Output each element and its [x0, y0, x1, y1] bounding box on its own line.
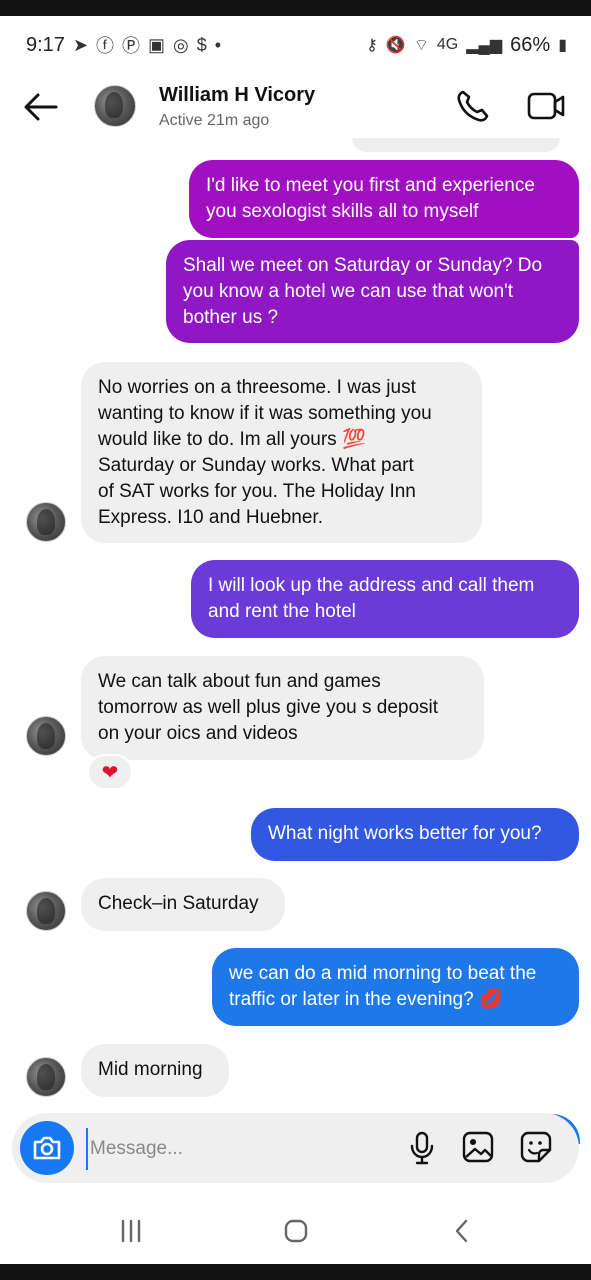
- dollar-icon: $: [196, 34, 207, 55]
- message-bubble-outgoing[interactable]: What night works better for you?: [251, 808, 579, 861]
- previous-message-edge: [352, 138, 560, 152]
- sender-avatar[interactable]: [26, 891, 66, 931]
- message-bubble-incoming[interactable]: We can talk about fun and games tomorrow…: [81, 656, 484, 760]
- sender-avatar[interactable]: [26, 1057, 66, 1097]
- message-bubble-outgoing[interactable]: we can do a mid morning to beat the traf…: [212, 948, 579, 1026]
- bottom-edge: [0, 1264, 591, 1280]
- top-edge: [0, 0, 591, 16]
- sticker-icon: [520, 1131, 552, 1163]
- chat-header: William H Vicory Active 21m ago: [0, 76, 591, 140]
- battery-icon: ▮: [558, 37, 567, 54]
- key-icon: ⚷: [366, 37, 378, 54]
- chevron-left-icon: [455, 1219, 468, 1243]
- heart-reaction[interactable]: ❤: [87, 754, 133, 790]
- home-button[interactable]: [278, 1214, 314, 1248]
- pinterest-icon: Ⓟ: [122, 36, 141, 56]
- heart-icon: ❤: [101, 761, 119, 784]
- voice-call-button[interactable]: [455, 88, 491, 124]
- back-button[interactable]: [22, 90, 60, 124]
- home-icon: [284, 1219, 308, 1243]
- instagram-icon: ◎: [173, 34, 189, 55]
- signal-icon: ▂▄▆: [466, 37, 503, 54]
- message-bubble-outgoing[interactable]: I will look up the address and call them…: [191, 560, 579, 638]
- facebook-icon: ⓕ: [96, 36, 115, 56]
- message-bubble-outgoing[interactable]: Shall we meet on Saturday or Sunday? Do …: [166, 240, 579, 343]
- dot-icon: •: [214, 34, 222, 55]
- message-bubble-incoming[interactable]: Mid morning: [81, 1044, 229, 1097]
- microphone-icon: [410, 1131, 434, 1165]
- back-arrow-icon: [24, 93, 58, 121]
- camera-icon: [33, 1136, 61, 1160]
- message-bubble-outgoing[interactable]: I'd like to meet you first and experienc…: [189, 160, 579, 238]
- phone-icon: [457, 90, 489, 122]
- contact-avatar[interactable]: [94, 85, 136, 127]
- mute-icon: 🔇: [385, 37, 406, 54]
- contact-name[interactable]: William H Vicory: [159, 84, 315, 107]
- clock: 9:17: [26, 33, 65, 56]
- gallery-icon: ▣: [148, 34, 166, 55]
- message-input[interactable]: [86, 1128, 392, 1170]
- system-navigation-bar: [0, 1196, 591, 1264]
- sender-avatar[interactable]: [26, 716, 66, 756]
- microphone-button[interactable]: [408, 1130, 436, 1166]
- camera-button[interactable]: [20, 1121, 74, 1175]
- message-bubble-incoming[interactable]: No worries on a threesome. I was just wa…: [81, 362, 482, 543]
- recent-apps-icon: [121, 1219, 141, 1243]
- battery-percent: 66%: [510, 33, 551, 56]
- video-camera-icon: [527, 92, 565, 120]
- active-status: Active 21m ago: [159, 112, 270, 129]
- sender-avatar[interactable]: [26, 502, 66, 542]
- message-bubble-incoming[interactable]: Check–in Saturday: [81, 878, 285, 931]
- status-bar: 9:17 ➤ ⓕ Ⓟ ▣ ◎ $ • ⚷ 🔇 ⌔ 4G ▂▄▆ 66% ▮: [0, 16, 591, 74]
- gallery-button[interactable]: [461, 1130, 495, 1164]
- send-icon: ➤: [72, 34, 89, 55]
- recent-apps-button[interactable]: [113, 1214, 149, 1248]
- wifi-icon: ⌔: [413, 37, 429, 54]
- system-back-button[interactable]: [444, 1214, 480, 1248]
- message-composer: [12, 1113, 579, 1183]
- video-call-button[interactable]: [526, 88, 566, 124]
- sticker-button[interactable]: [519, 1130, 553, 1164]
- network-type: 4G: [436, 36, 459, 53]
- image-icon: [462, 1131, 494, 1163]
